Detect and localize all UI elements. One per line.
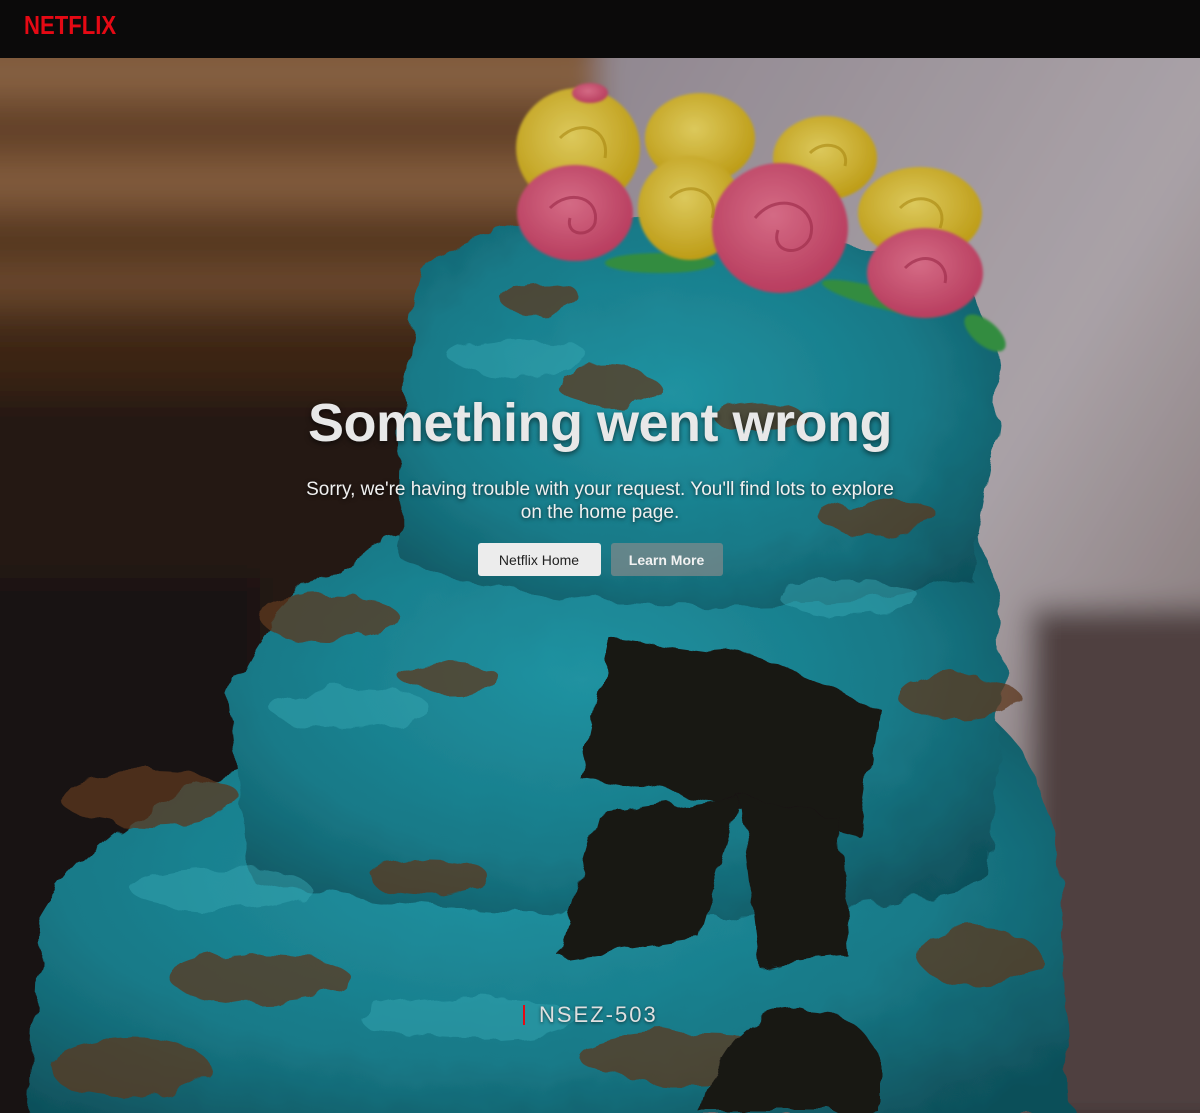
- error-code-text: NSEZ-503: [539, 1002, 658, 1027]
- error-content: Something went wrong Sorry, we're having…: [0, 390, 1200, 576]
- error-message: Sorry, we're having trouble with your re…: [306, 479, 894, 523]
- error-code-accent-bar: [523, 1005, 525, 1025]
- error-title: Something went wrong: [308, 393, 892, 453]
- error-code: NSEZ-503: [523, 1002, 658, 1028]
- netflix-logo[interactable]: NETFLIX: [24, 10, 116, 40]
- action-buttons: Netflix Home Learn More: [0, 543, 1200, 576]
- top-bar: NETFLIX: [0, 0, 1200, 58]
- background-image: [0, 58, 1200, 1113]
- error-page: NETFLIX Something went wrong Sorry, we'r…: [0, 0, 1200, 1113]
- learn-more-button[interactable]: Learn More: [610, 543, 723, 576]
- netflix-home-button[interactable]: Netflix Home: [477, 543, 601, 576]
